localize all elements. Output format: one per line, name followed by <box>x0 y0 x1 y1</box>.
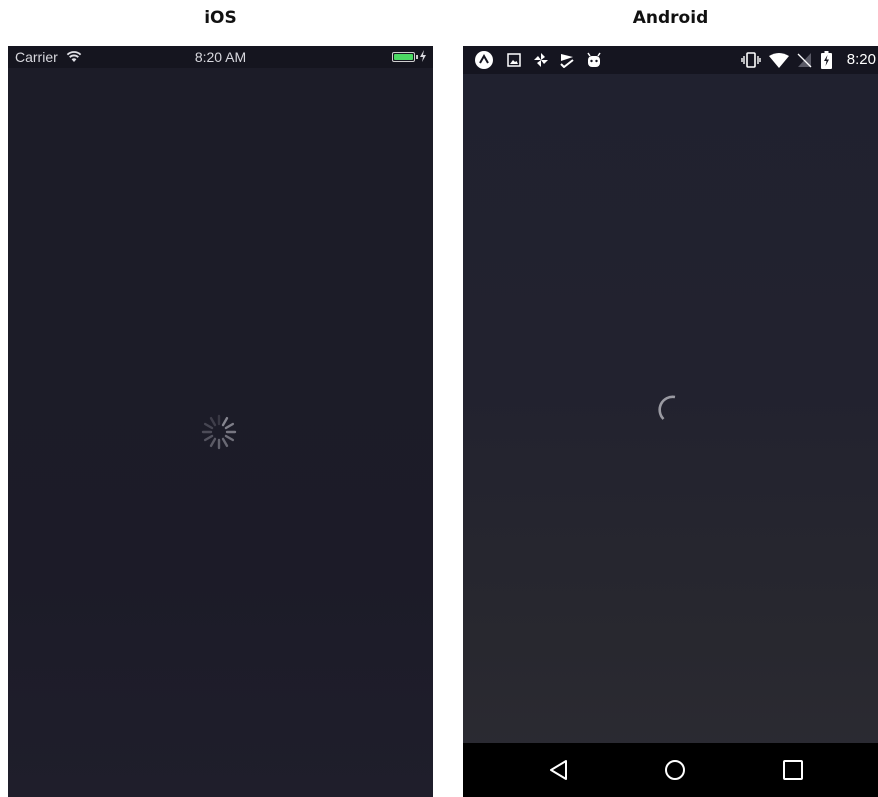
recents-button[interactable] <box>781 758 805 782</box>
ios-status-bar: Carrier 8:20 AM <box>8 46 433 68</box>
spinner-spoke <box>221 437 229 448</box>
ios-clock: 8:20 AM <box>194 49 247 65</box>
ios-screen: Carrier 8:20 AM <box>8 46 433 797</box>
android-navigation-bar <box>463 743 878 797</box>
android-status-bar: 8:20 <box>463 46 878 74</box>
spinner-spoke <box>209 437 217 448</box>
spinner-spoke <box>209 416 217 427</box>
android-screen: 8:20 <box>463 46 878 797</box>
expo-icon <box>475 51 493 69</box>
battery-charging-icon <box>821 51 832 69</box>
no-sim-icon <box>797 53 812 68</box>
spinner-spoke <box>221 416 229 427</box>
android-heading: Android <box>632 8 709 28</box>
wifi-icon <box>769 53 789 68</box>
battery-tip <box>416 55 418 59</box>
spinner-spoke <box>203 434 214 442</box>
back-button[interactable] <box>547 758 571 782</box>
image-icon <box>507 53 521 67</box>
spinner-spoke <box>224 422 235 430</box>
battery-icon <box>392 52 415 62</box>
vibrate-icon <box>741 52 761 68</box>
android-clock: 8:20 <box>846 51 876 68</box>
charging-bolt-icon <box>420 50 426 62</box>
home-button[interactable] <box>663 758 687 782</box>
android-bug-icon <box>587 52 601 67</box>
pinwheel-icon <box>534 53 548 67</box>
activity-spinner-icon <box>201 414 237 450</box>
ios-heading: iOS <box>204 8 237 28</box>
spinner-spoke <box>224 434 235 442</box>
checkmark-flag-icon <box>560 54 574 68</box>
spinner-spoke <box>203 422 214 430</box>
circular-progress-icon <box>658 395 676 420</box>
